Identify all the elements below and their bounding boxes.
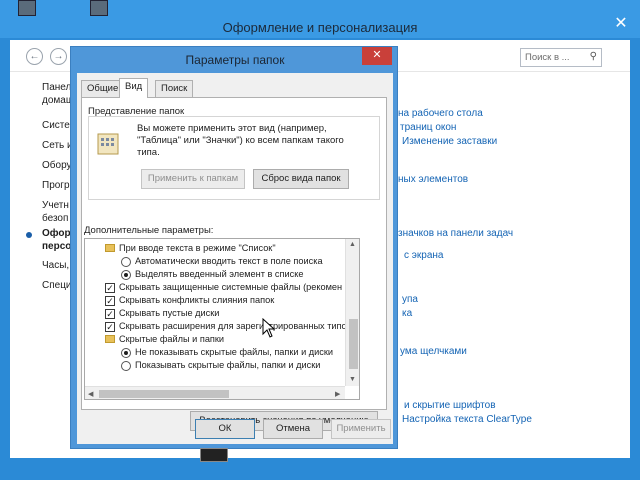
advanced-settings-list: При вводе текста в режиме "Список" Автом… bbox=[84, 238, 360, 400]
dialog-title: Параметры папок bbox=[185, 53, 285, 67]
folder-icon bbox=[105, 335, 115, 343]
window-title: Оформление и персонализация bbox=[222, 20, 418, 35]
vertical-scrollbar[interactable]: ▲ ▼ bbox=[345, 239, 359, 386]
reset-folders-button[interactable]: Сброс вида папок bbox=[253, 169, 349, 189]
link[interactable]: и скрытие шрифтов bbox=[404, 400, 496, 411]
sidebar-item[interactable]: Часы, bbox=[42, 260, 69, 271]
list-item-label: Скрывать расширения для зарегистрированн… bbox=[119, 321, 347, 331]
horizontal-scroll-thumb[interactable] bbox=[99, 390, 229, 398]
dialog-close-button[interactable]: ✕ bbox=[362, 47, 392, 65]
list-item-label: Скрывать защищенные системные файлы (рек… bbox=[119, 282, 343, 292]
list-item-label: Не показывать скрытые файлы, папки и дис… bbox=[135, 347, 334, 357]
taskbar-icons bbox=[8, 0, 128, 18]
checkbox-checked[interactable]: ✓ bbox=[105, 283, 115, 293]
search-icon[interactable]: ⚲ bbox=[590, 51, 597, 62]
sidebar-item[interactable]: Прогр bbox=[42, 180, 70, 191]
scroll-right-arrow-icon[interactable]: ▶ bbox=[335, 390, 340, 398]
sidebar-item-active[interactable]: Офор bbox=[42, 228, 71, 239]
sidebar-item-active[interactable]: персо bbox=[42, 241, 71, 252]
selected-bullet-icon bbox=[26, 232, 32, 238]
back-arrow-icon[interactable]: ← bbox=[26, 48, 43, 65]
view-tab-panel: Представление папок Вы можете применить … bbox=[81, 97, 387, 431]
search-placeholder: Поиск в ... bbox=[525, 52, 570, 63]
sidebar-item[interactable]: Учетн bbox=[42, 200, 69, 211]
list-item-label: Скрытые файлы и папки bbox=[119, 334, 225, 344]
horizontal-scrollbar[interactable]: ◀ ▶ bbox=[85, 386, 345, 399]
link[interactable]: значков на панели задач bbox=[398, 228, 513, 239]
apply-to-folders-button[interactable]: Применить к папкам bbox=[141, 169, 245, 189]
link[interactable]: упа bbox=[402, 294, 418, 305]
folder-icon bbox=[105, 244, 115, 252]
list-item-label: Скрывать пустые диски bbox=[119, 308, 220, 318]
link[interactable]: Изменение заставки bbox=[402, 136, 497, 147]
search-input[interactable]: Поиск в ... ⚲ bbox=[520, 48, 602, 67]
sidebar-item[interactable]: Панел bbox=[42, 82, 71, 93]
radio-button[interactable] bbox=[121, 361, 131, 371]
radio-button-selected[interactable] bbox=[121, 348, 131, 358]
scroll-down-arrow-icon[interactable]: ▼ bbox=[349, 376, 356, 383]
link[interactable]: с экрана bbox=[404, 250, 443, 261]
list-item-label: При вводе текста в режиме "Список" bbox=[119, 243, 276, 253]
app-icon[interactable] bbox=[18, 0, 36, 16]
tab-search[interactable]: Поиск bbox=[155, 80, 194, 97]
taskbar-app-icon[interactable] bbox=[200, 448, 228, 462]
radio-button[interactable] bbox=[121, 257, 131, 267]
radio-button-selected[interactable] bbox=[121, 270, 131, 280]
sidebar-item[interactable]: Сеть и bbox=[42, 140, 73, 151]
mouse-pointer-icon bbox=[262, 318, 276, 338]
dialog-body: Общие Вид Поиск Представление папок Вы м… bbox=[77, 73, 393, 444]
folder-view-description: Вы можете применить этот вид (например, … bbox=[137, 123, 344, 158]
sidebar-item[interactable]: Специ bbox=[42, 280, 72, 291]
checkbox-checked[interactable]: ✓ bbox=[105, 296, 115, 306]
sidebar-item[interactable]: Обору bbox=[42, 160, 72, 171]
checkbox-checked[interactable]: ✓ bbox=[105, 309, 115, 319]
link[interactable]: ка bbox=[402, 308, 412, 319]
apply-button[interactable]: Применить bbox=[331, 419, 391, 439]
tab-view[interactable]: Вид bbox=[119, 78, 149, 98]
list-item-label: Автоматически вводить текст в поле поиск… bbox=[135, 256, 323, 266]
link[interactable]: ных элементов bbox=[398, 174, 468, 185]
list-item-label: Скрывать конфликты слияния папок bbox=[119, 295, 275, 305]
tab-general[interactable]: Общие bbox=[81, 80, 125, 97]
advanced-settings-title: Дополнительные параметры: bbox=[84, 225, 214, 236]
close-icon[interactable]: ✕ bbox=[608, 14, 634, 34]
cancel-button[interactable]: Отмена bbox=[263, 419, 323, 439]
folder-view-icon bbox=[97, 133, 119, 155]
scroll-left-arrow-icon[interactable]: ◀ bbox=[88, 390, 93, 398]
link[interactable]: на рабочего стола bbox=[398, 108, 483, 119]
vertical-scroll-thumb[interactable] bbox=[349, 319, 358, 369]
link[interactable]: траниц окон bbox=[400, 122, 456, 133]
checkbox-checked[interactable]: ✓ bbox=[105, 322, 115, 332]
scroll-up-arrow-icon[interactable]: ▲ bbox=[349, 241, 356, 248]
forward-arrow-icon[interactable]: → bbox=[50, 48, 67, 65]
sidebar-item[interactable]: Систе bbox=[42, 120, 70, 131]
list-item-label: Показывать скрытые файлы, папки и диски bbox=[135, 360, 321, 370]
control-panel-titlebar: Оформление и персонализация ✕ bbox=[0, 0, 640, 38]
list-item-label: Выделять введенный элемент в списке bbox=[135, 269, 304, 279]
link[interactable]: ума щелчками bbox=[400, 346, 467, 357]
app-icon[interactable] bbox=[90, 0, 108, 16]
link[interactable]: Настройка текста ClearType bbox=[402, 414, 532, 425]
ok-button[interactable]: ОК bbox=[195, 419, 255, 439]
folder-view-group: Вы можете применить этот вид (например, … bbox=[88, 116, 380, 200]
folder-options-dialog: Параметры папок ✕ Общие Вид Поиск Предст… bbox=[70, 46, 398, 449]
sidebar-item[interactable]: безоп bbox=[42, 213, 68, 224]
